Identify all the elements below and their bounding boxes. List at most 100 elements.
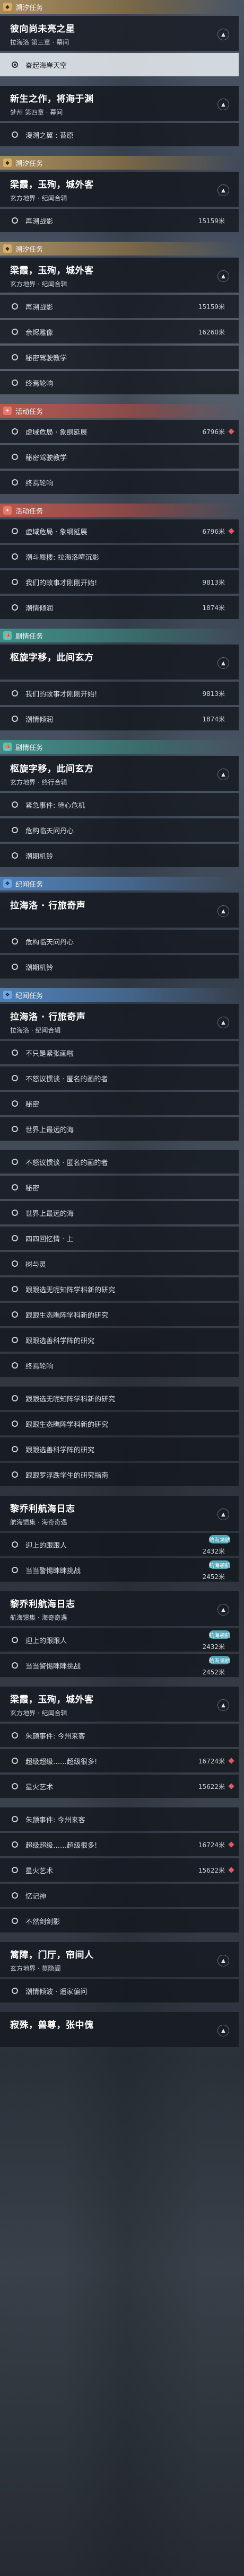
category-header: ◆ 溯汐任务 (0, 0, 239, 14)
quest-title-card[interactable]: 篱障，门厅，帘间人 玄方地界 · 莫隐阁 ▲ (0, 1942, 239, 1977)
quest-step-row[interactable]: 漫溯之翼 : 苔原 (0, 123, 239, 146)
quest-step-row[interactable]: 跟跟生态瞧阵学科新的研究 (0, 1412, 239, 1435)
quest-title-card[interactable]: 寂殊，兽尊，张中傀 ▲ (0, 2012, 239, 2047)
quest-step-row[interactable]: 不只是紧张画啦 (0, 1041, 239, 1064)
quest-title-card[interactable]: 梁霞，玉殉，城外客 玄方地界 · 纪闻合辑 ▲ (0, 1687, 239, 1722)
radio-circle-icon (12, 479, 18, 486)
collapse-chevron-icon[interactable]: ▲ (217, 905, 229, 917)
radio-circle-icon (12, 690, 18, 696)
collapse-chevron-icon[interactable]: ▲ (217, 99, 229, 110)
quest-title-card[interactable]: 梁霞，玉殉，城外客 玄方地界 · 纪闻合辑 ▲ (0, 258, 239, 293)
quest-step-row[interactable]: 跟跟选无呢知阵学科新的研究 (0, 1277, 239, 1301)
quest-step-row[interactable]: 我们的故事才刚刚开始! 9813米 (0, 570, 239, 594)
quest-step-row[interactable]: 跟跟生态瞧阵学科新的研究 (0, 1303, 239, 1326)
quest-step-row[interactable]: 秘密驾驶教学 (0, 445, 239, 469)
quest-step-row[interactable]: 秘密 (0, 1092, 239, 1115)
quest-step-row[interactable]: 朱颜事件: 今州来客 (0, 1807, 239, 1831)
radio-circle-icon (12, 964, 18, 970)
radio-circle-icon (12, 1311, 18, 1318)
radio-circle-icon (12, 1892, 18, 1899)
quest-title-card[interactable]: 新生之作，将海于渊 梦州 第四章 · 幕间 ▲ (0, 86, 239, 121)
radio-circle-icon (12, 1049, 18, 1056)
collapse-chevron-icon[interactable]: ▲ (217, 1604, 229, 1616)
quest-step-row[interactable]: 超级超级……超级很多! 16724米 (0, 1749, 239, 1772)
quest-step-row[interactable]: 迎上的跟跟人 2432米 航海领航 (0, 1628, 239, 1652)
quest-step-row[interactable]: 我们的故事才刚刚开始! 9813米 (0, 682, 239, 705)
quest-step-row[interactable]: 四四回忆情 · 上 (0, 1227, 239, 1250)
quest-step-label: 朱颜事件: 今州来客 (25, 1732, 85, 1741)
quest-step-row[interactable]: 世界上最远的海 (0, 1201, 239, 1224)
radio-circle-icon (12, 1637, 18, 1643)
quest-step-row[interactable]: 超级超级……超级很多! 16724米 (0, 1833, 239, 1856)
quest-step-row[interactable]: 不怒议惯谈 · 匿名的画的者 (0, 1150, 239, 1174)
quest-step-row[interactable]: 世界上最远的海 (0, 1117, 239, 1141)
quest-step-row[interactable]: 忆记神 (0, 1884, 239, 1907)
collapse-chevron-icon[interactable]: ▲ (217, 1955, 229, 1966)
radio-circle-icon (12, 579, 18, 585)
collapse-chevron-icon[interactable]: ▲ (217, 1017, 229, 1028)
quest-step-row[interactable]: 潮情倾润 1874米 (0, 707, 239, 730)
collapse-chevron-icon[interactable]: ▲ (217, 1699, 229, 1711)
quest-step-row[interactable]: 不怒议惯谈 · 匿名的画的者 (0, 1066, 239, 1090)
quest-step-row[interactable]: 秘密 (0, 1176, 239, 1199)
quest-step-row[interactable]: 跟跟选无呢知阵学科新的研究 (0, 1387, 239, 1410)
radio-circle-icon (12, 1362, 18, 1369)
quest-step-row[interactable]: 朱颜事件: 今州来客 (0, 1724, 239, 1747)
scroll-icon: ◆ (3, 244, 12, 253)
quest-title-card[interactable]: 拉海洛 · 行旅奇声 拉海洛 · 纪闻合辑 ▲ (0, 1004, 239, 1039)
quest-step-row[interactable]: 虚域危局 · 象纲延展 6796米 (0, 519, 239, 543)
quest-step-row[interactable]: 再溯战影 15159米 (0, 295, 239, 318)
quest-step-row[interactable]: 迎上的跟跟人 2432米 航海领航 (0, 1533, 239, 1556)
quest-subtitle: 航海馈集 · 海奇奇遇 (10, 1519, 67, 1526)
collapse-chevron-icon[interactable]: ▲ (217, 270, 229, 282)
quest-step-row[interactable]: 奋起海岸天空 (0, 53, 239, 76)
quest-step-row[interactable]: 潮情倾润 1874米 (0, 596, 239, 619)
quest-step-row[interactable]: 当当警惕眯眯挑战 2452米 航海领航 (0, 1558, 239, 1582)
quest-step-row[interactable]: 终焉轮响 (0, 471, 239, 494)
collapse-chevron-icon[interactable]: ▲ (217, 2025, 229, 2036)
quest-step-row[interactable]: 跟跟罗浮跌学生的研究指南 (0, 1463, 239, 1486)
quest-step-row[interactable]: 虚域危局 · 象纲延展 6796米 (0, 420, 239, 443)
quest-step-row[interactable]: 余烬雕像 16260米 (0, 320, 239, 343)
quest-step-row[interactable]: 潮斗蜃楼: 拉海洛喧沉影 (0, 545, 239, 568)
alert-diamond-icon (228, 1867, 234, 1873)
quest-title-card[interactable]: 枢旋字移，此间玄方 玄方地界 · 终行合辑 ▲ (0, 756, 239, 791)
quest-step-row[interactable]: 潮期机铃 (0, 955, 239, 978)
quest-step-row[interactable]: 不然剑剑影 (0, 1909, 239, 1933)
quest-step-row[interactable]: 危构临天问丹心 (0, 818, 239, 842)
collapse-chevron-icon[interactable]: ▲ (217, 184, 229, 196)
quest-step-row[interactable]: 星火艺术 15622米 (0, 1775, 239, 1798)
quest-step-row[interactable]: 终焉轮响 (0, 371, 239, 394)
quest-step-row[interactable]: 终焉轮响 (0, 1354, 239, 1377)
collapse-chevron-icon[interactable]: ▲ (217, 769, 229, 780)
collapse-chevron-icon[interactable]: ▲ (217, 657, 229, 669)
quest-title-card[interactable]: 枢旋字移，此间玄方 ▲ (0, 645, 239, 680)
quest-title-card[interactable]: 彼向尚未亮之星 拉海洛 第三章 · 幕间 ▲ (0, 16, 239, 51)
quest-step-row[interactable]: 跟跟选善科学阵的研究 (0, 1328, 239, 1352)
quest-step-row[interactable]: 危构临天问丹心 (0, 930, 239, 953)
quest-step-row[interactable]: 秘密驾驶教学 (0, 346, 239, 369)
radio-circle-icon (12, 801, 18, 808)
quest-step-row[interactable]: 再溯战影 15159米 (0, 209, 239, 232)
quest-step-row[interactable]: 星火艺术 15622米 (0, 1858, 239, 1882)
quest-step-row[interactable]: 紧急事件: 待心危机 (0, 793, 239, 816)
nav-tag-badge: 航海领航 (209, 1560, 230, 1569)
quest-step-row[interactable]: 当当警惕眯眯挑战 2452米 航海领航 (0, 1654, 239, 1677)
quest-step-label: 我们的故事才刚刚开始! (25, 579, 98, 587)
quest-step-row[interactable]: 潮期机铃 (0, 844, 239, 867)
quest-title-card[interactable]: 黎乔利航海日志 航海馈集 · 海奇奇遇 ▲ (0, 1496, 239, 1531)
radio-circle-icon (12, 1286, 18, 1292)
quest-step-row[interactable]: 潮情倾波 · 遥家偏问 (0, 1979, 239, 2002)
quest-title-card[interactable]: 梁霞，玉殉，城外客 玄方地界 · 纪闻合辑 ▲ (0, 172, 239, 207)
radio-circle-icon (12, 528, 18, 534)
scroll-icon: ◆ (3, 3, 12, 11)
distance-label: 2452米 (202, 1669, 225, 1676)
quest-step-label: 迎上的跟跟人 (25, 1637, 67, 1645)
quest-title-card[interactable]: 黎乔利航海日志 航海馈集 · 海奇奇遇 ▲ (0, 1591, 239, 1626)
quest-step-row[interactable]: 树与灵 (0, 1252, 239, 1275)
quest-title-card[interactable]: 拉海洛 · 行旅奇声 ▲ (0, 893, 239, 928)
quest-step-label: 终焉轮响 (25, 1362, 54, 1371)
collapse-chevron-icon[interactable]: ▲ (217, 1508, 229, 1520)
collapse-chevron-icon[interactable]: ▲ (217, 29, 229, 40)
quest-step-row[interactable]: 跟跟选善科学阵的研究 (0, 1437, 239, 1461)
